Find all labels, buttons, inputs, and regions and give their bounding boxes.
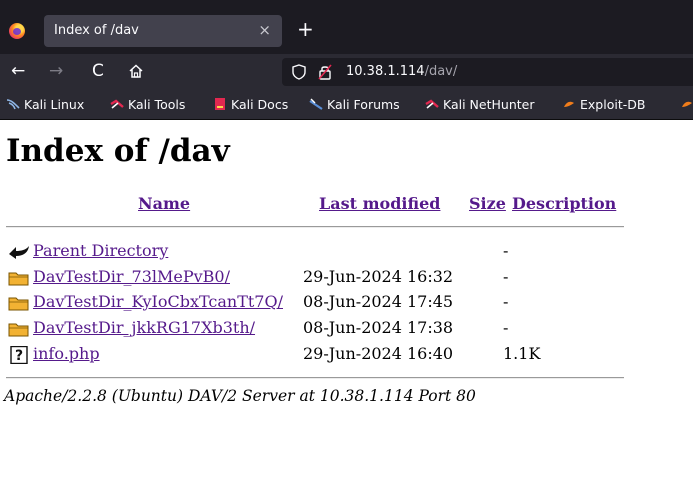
back-arrow-icon	[9, 246, 29, 259]
insecure-lock-icon[interactable]	[318, 64, 332, 80]
folder-icon	[8, 297, 29, 311]
svg-text:?: ?	[15, 348, 23, 364]
column-header-last-modified[interactable]: Last modified	[319, 194, 440, 213]
last-modified-cell: 08-Jun-2024 17:45	[303, 292, 454, 311]
kali-docs-icon	[215, 98, 225, 110]
bookmarks-toolbar: Kali Linux Kali Tools Kali Docs Kali For…	[0, 90, 693, 120]
new-tab-button[interactable]: +	[297, 17, 314, 41]
table-row: DavTestDir_73lMePvB0/ 29-Jun-2024 16:32 …	[6, 267, 626, 293]
tab-active[interactable]: Index of /dav ×	[44, 15, 282, 47]
page-content: Index of /dav Name Last modified Size De…	[0, 121, 693, 494]
shield-icon[interactable]	[292, 64, 306, 80]
last-modified-cell: 08-Jun-2024 17:38	[303, 318, 454, 337]
table-row: DavTestDir_jkkRG17Xb3th/ 08-Jun-2024 17:…	[6, 318, 626, 344]
column-header-size[interactable]: Size	[469, 194, 506, 213]
bookmark-kali-nethunter[interactable]: Kali NetHunter	[425, 97, 534, 112]
table-row: DavTestDir_KyIoCbxTcanTt7Q/ 08-Jun-2024 …	[6, 292, 626, 318]
kali-forums-icon	[309, 98, 323, 110]
divider-bottom	[6, 377, 624, 379]
column-header-description[interactable]: Description	[512, 194, 616, 213]
url-text[interactable]: 10.38.1.114/dav/	[346, 64, 457, 79]
bookmark-kali-tools[interactable]: Kali Tools	[110, 97, 185, 112]
bookmark-kali-linux[interactable]: Kali Linux	[6, 97, 84, 112]
bookmark-label: Exploit-DB	[580, 97, 646, 112]
bookmark-label: Kali Tools	[128, 97, 186, 112]
directory-link[interactable]: DavTestDir_KyIoCbxTcanTt7Q/	[33, 292, 283, 311]
bookmark-label: Kali Docs	[231, 97, 289, 112]
bookmark-label: Kali Linux	[24, 97, 85, 112]
url-host: 10.38.1.114	[346, 64, 425, 79]
folder-icon	[8, 272, 29, 286]
table-row: ? info.php 29-Jun-2024 16:40 1.1K	[6, 344, 626, 370]
home-icon[interactable]	[128, 63, 144, 79]
tab-title: Index of /dav	[54, 23, 139, 38]
page-title: Index of /dav	[6, 133, 230, 169]
tab-strip: Index of /dav × +	[0, 0, 693, 54]
last-modified-cell: 29-Jun-2024 16:32	[303, 267, 454, 286]
back-button[interactable]: ←	[11, 61, 25, 81]
last-modified-cell: 29-Jun-2024 16:40	[303, 344, 454, 363]
size-cell: -	[503, 318, 509, 337]
table-row: Parent Directory -	[6, 241, 626, 267]
bookmark-label: Kali NetHunter	[443, 97, 535, 112]
firefox-logo-icon[interactable]	[9, 23, 25, 39]
bookmark-kali-docs[interactable]: Kali Docs	[213, 97, 288, 112]
navigation-toolbar: ← → C 10.38.1.114/dav/	[0, 54, 693, 90]
folder-icon	[8, 323, 29, 337]
size-cell: -	[503, 241, 509, 260]
divider-top	[6, 226, 624, 228]
directory-link[interactable]: DavTestDir_jkkRG17Xb3th/	[33, 318, 255, 337]
directory-link[interactable]: DavTestDir_73lMePvB0/	[33, 267, 230, 286]
unknown-file-icon: ?	[10, 346, 28, 364]
bookmark-exploit-db[interactable]: Exploit-DB	[562, 97, 645, 112]
size-cell: -	[503, 292, 509, 311]
kali-nethunter-icon	[425, 99, 439, 109]
kali-tools-icon	[110, 99, 124, 109]
bookmark-label: Kali Forums	[327, 97, 400, 112]
kali-dragon-icon	[6, 99, 20, 110]
parent-directory-link[interactable]: Parent Directory	[33, 241, 168, 260]
exploit-db-icon	[682, 101, 692, 107]
address-bar[interactable]: 10.38.1.114/dav/	[282, 58, 693, 86]
size-cell: -	[503, 267, 509, 286]
bookmark-overflow[interactable]	[680, 97, 693, 112]
file-link[interactable]: info.php	[33, 344, 100, 363]
server-signature: Apache/2.2.8 (Ubuntu) DAV/2 Server at 10…	[4, 387, 476, 405]
reload-button[interactable]: C	[92, 61, 104, 81]
forward-button[interactable]: →	[49, 61, 63, 81]
bookmark-kali-forums[interactable]: Kali Forums	[309, 97, 400, 112]
exploit-db-icon	[564, 101, 574, 107]
column-header-name[interactable]: Name	[138, 194, 190, 213]
url-path: /dav/	[424, 64, 458, 79]
tab-close-icon[interactable]: ×	[258, 21, 271, 39]
size-cell: 1.1K	[503, 344, 541, 363]
